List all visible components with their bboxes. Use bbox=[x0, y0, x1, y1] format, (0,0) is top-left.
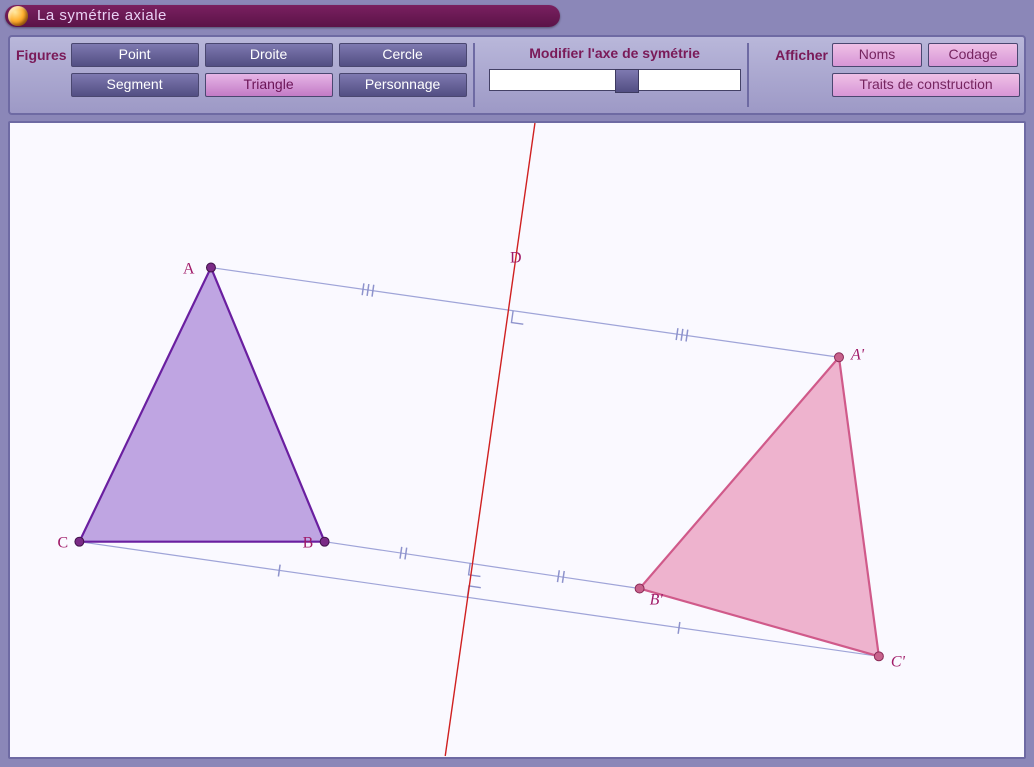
afficher-group: Afficher Noms Codage Traits de construct… bbox=[773, 43, 1020, 97]
figures-group-label: Figures bbox=[16, 47, 67, 63]
app-title: La symétrie axiale bbox=[37, 7, 167, 24]
svg-text:C': C' bbox=[891, 653, 906, 670]
svg-text:B': B' bbox=[650, 591, 664, 608]
svg-text:A': A' bbox=[850, 346, 865, 363]
toolbar-separator-2 bbox=[747, 43, 749, 107]
toolbar-panel: Figures Point Droite Cercle Segment Tria… bbox=[8, 35, 1026, 115]
axis-slider-thumb[interactable] bbox=[615, 69, 639, 93]
afficher-group-label: Afficher bbox=[775, 47, 828, 63]
title-bar: La symétrie axiale bbox=[5, 5, 560, 27]
svg-text:B: B bbox=[303, 535, 314, 552]
figure-buttons: Point Droite Cercle Segment Triangle Per… bbox=[71, 43, 467, 97]
drawing-canvas[interactable]: D A B C A' B' C' bbox=[8, 121, 1026, 759]
toolbar-separator bbox=[473, 43, 475, 107]
noms-toggle[interactable]: Noms bbox=[832, 43, 922, 67]
geometry-svg: D A B C A' B' C' bbox=[10, 123, 1024, 757]
triangle-button[interactable]: Triangle bbox=[205, 73, 333, 97]
axis-slider-group: Modifier l'axe de symétrie bbox=[489, 43, 741, 91]
axis-slider[interactable] bbox=[489, 69, 741, 91]
app-logo-icon bbox=[8, 6, 28, 26]
axis-slider-label: Modifier l'axe de symétrie bbox=[529, 45, 700, 61]
svg-text:D: D bbox=[510, 250, 522, 267]
svg-text:C: C bbox=[57, 535, 68, 552]
cercle-button[interactable]: Cercle bbox=[339, 43, 467, 67]
personnage-button[interactable]: Personnage bbox=[339, 73, 467, 97]
codage-toggle[interactable]: Codage bbox=[928, 43, 1018, 67]
segment-button[interactable]: Segment bbox=[71, 73, 199, 97]
svg-text:A: A bbox=[183, 261, 195, 278]
point-button[interactable]: Point bbox=[71, 43, 199, 67]
traits-toggle[interactable]: Traits de construction bbox=[832, 73, 1020, 97]
droite-button[interactable]: Droite bbox=[205, 43, 333, 67]
